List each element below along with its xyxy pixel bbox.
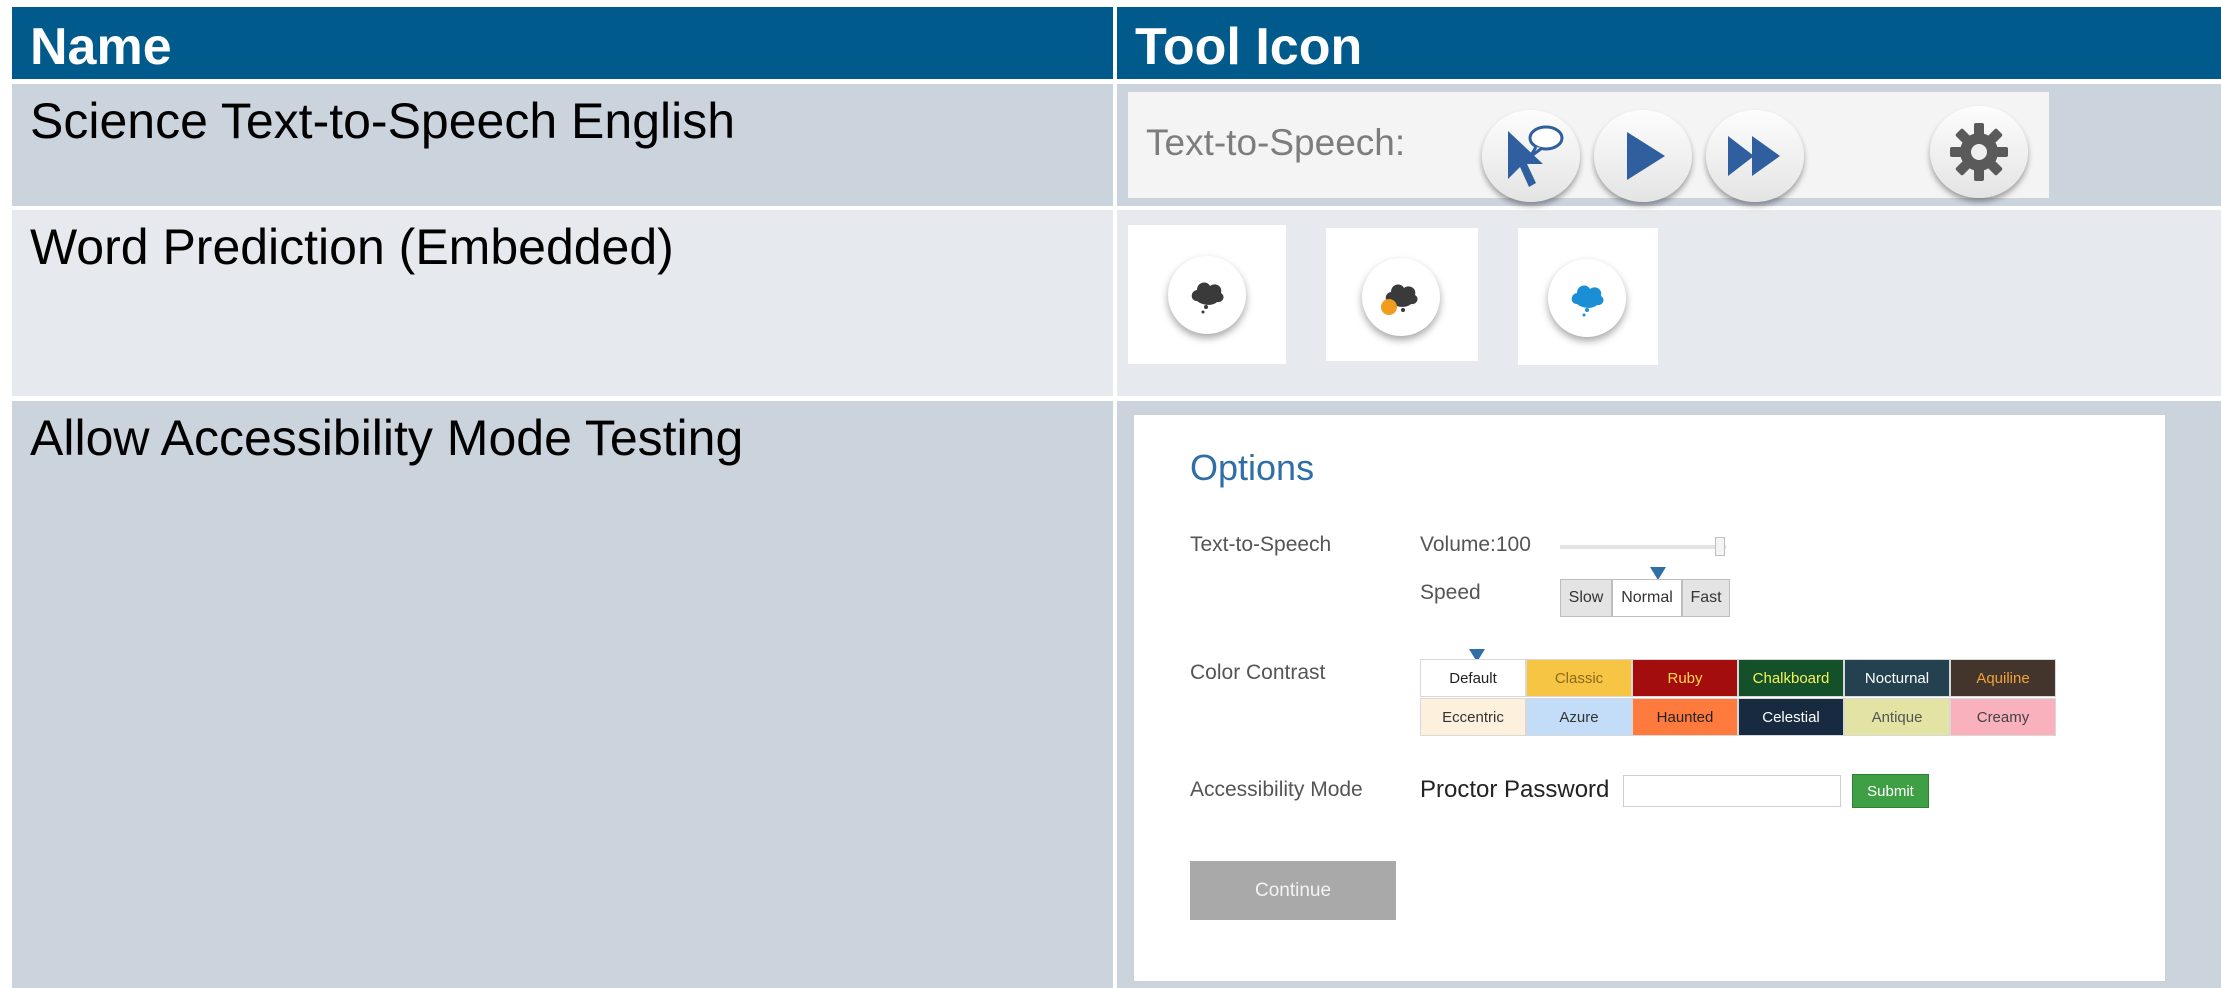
contrast-swatch-eccentric[interactable]: Eccentric bbox=[1420, 698, 1526, 736]
speed-label: Speed bbox=[1420, 581, 1481, 604]
row-name-tts: Science Text-to-Speech English bbox=[12, 84, 1113, 206]
proctor-password-input[interactable] bbox=[1623, 775, 1841, 807]
proctor-password-label: Proctor Password bbox=[1420, 776, 1610, 803]
contrast-swatch-nocturnal[interactable]: Nocturnal bbox=[1844, 659, 1950, 697]
word-prediction-box-1 bbox=[1128, 225, 1286, 364]
contrast-swatch-creamy[interactable]: Creamy bbox=[1950, 698, 2056, 736]
fast-forward-icon[interactable] bbox=[1706, 110, 1804, 202]
tts-label: Text-to-Speech: bbox=[1146, 122, 1406, 163]
contrast-swatch-default[interactable]: Default bbox=[1420, 659, 1526, 697]
speed-normal-button[interactable]: Normal bbox=[1612, 579, 1682, 617]
cloud-blue-icon[interactable] bbox=[1548, 259, 1626, 337]
header-name: Name bbox=[12, 7, 1113, 79]
contrast-swatch-classic[interactable]: Classic bbox=[1526, 659, 1632, 697]
speed-slow-button[interactable]: Slow bbox=[1560, 579, 1612, 617]
options-title: Options bbox=[1190, 447, 1315, 488]
speed-fast-button[interactable]: Fast bbox=[1682, 579, 1730, 617]
cloud-dark-orange-badge-icon[interactable] bbox=[1362, 258, 1440, 336]
play-icon[interactable] bbox=[1594, 110, 1692, 202]
row-name-accessibility-text: Allow Accessibility Mode Testing bbox=[30, 410, 744, 466]
contrast-swatch-celestial[interactable]: Celestial bbox=[1738, 698, 1844, 736]
submit-button[interactable]: Submit bbox=[1852, 774, 1929, 808]
cloud-dark-icon[interactable] bbox=[1168, 256, 1246, 334]
options-panel: Options Text-to-Speech Volume:100 Speed … bbox=[1133, 414, 2166, 982]
volume-slider-thumb[interactable] bbox=[1715, 537, 1725, 556]
continue-button[interactable]: Continue bbox=[1190, 861, 1396, 920]
contrast-swatch-ruby[interactable]: Ruby bbox=[1632, 659, 1738, 697]
word-prediction-box-3 bbox=[1518, 228, 1658, 365]
header-tool-icon-text: Tool Icon bbox=[1135, 18, 1363, 76]
row-name-word-prediction: Word Prediction (Embedded) bbox=[12, 210, 1113, 396]
header-name-text: Name bbox=[30, 18, 172, 76]
color-contrast-label: Color Contrast bbox=[1190, 661, 1326, 684]
tts-toolbar: Text-to-Speech: bbox=[1128, 92, 2049, 202]
volume-slider[interactable] bbox=[1560, 537, 1726, 556]
contrast-swatch-chalkboard[interactable]: Chalkboard bbox=[1738, 659, 1844, 697]
contrast-swatch-haunted[interactable]: Haunted bbox=[1632, 698, 1738, 736]
contrast-swatch-aquiline[interactable]: Aquiline bbox=[1950, 659, 2056, 697]
row-name-word-prediction-text: Word Prediction (Embedded) bbox=[30, 219, 674, 275]
tts-option-label: Text-to-Speech bbox=[1190, 533, 1332, 556]
contrast-swatch-antique[interactable]: Antique bbox=[1844, 698, 1950, 736]
volume-label: Volume:100 bbox=[1420, 533, 1531, 556]
contrast-swatch-azure[interactable]: Azure bbox=[1526, 698, 1632, 736]
select-icon[interactable] bbox=[1482, 110, 1580, 202]
gear-icon[interactable] bbox=[1930, 106, 2028, 198]
row-name-accessibility: Allow Accessibility Mode Testing bbox=[12, 401, 1113, 988]
header-tool-icon: Tool Icon bbox=[1117, 7, 2221, 79]
word-prediction-box-2 bbox=[1326, 228, 1478, 361]
row-name-tts-text: Science Text-to-Speech English bbox=[30, 93, 736, 149]
accessibility-mode-label: Accessibility Mode bbox=[1190, 778, 1363, 801]
